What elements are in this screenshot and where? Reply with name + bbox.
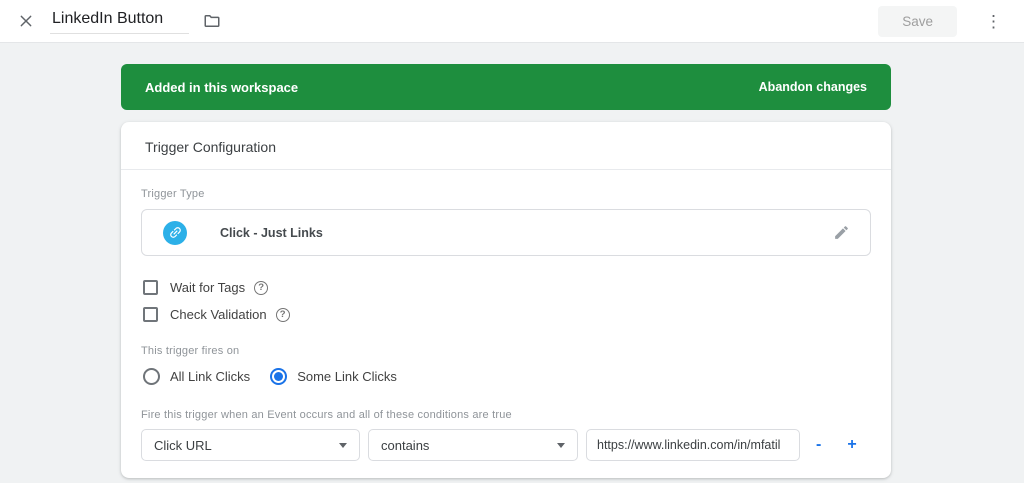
radio-icon-selected (270, 368, 287, 385)
condition-row: Click URL contains - + (141, 429, 871, 461)
radio-icon (143, 368, 160, 385)
wait-for-tags-label: Wait for Tags (170, 280, 245, 295)
fires-on-label: This trigger fires on (141, 345, 871, 357)
radio-all-label: All Link Clicks (170, 369, 250, 384)
wait-for-tags-checkbox[interactable] (143, 280, 158, 295)
folder-icon[interactable] (197, 6, 227, 36)
workspace-status-banner: Added in this workspace Abandon changes (121, 64, 891, 110)
help-icon[interactable]: ? (254, 281, 268, 295)
condition-variable-value: Click URL (154, 438, 212, 453)
remove-condition-button[interactable]: - (810, 434, 827, 456)
check-validation-checkbox[interactable] (143, 307, 158, 322)
condition-operator-value: contains (381, 438, 429, 453)
kebab-menu-icon[interactable]: ⋮ (979, 7, 1008, 36)
trigger-type-box[interactable]: Click - Just Links (141, 209, 871, 256)
help-icon[interactable]: ? (276, 308, 290, 322)
wait-for-tags-row: Wait for Tags ? (143, 280, 871, 295)
check-validation-label: Check Validation (170, 307, 267, 322)
top-bar: LinkedIn Button Save ⋮ (0, 0, 1024, 43)
card-body: Trigger Type Click - Just Links Wait for… (121, 170, 891, 461)
trigger-type-name: Click - Just Links (220, 226, 323, 240)
abandon-changes-button[interactable]: Abandon changes (759, 74, 867, 100)
condition-instructions-label: Fire this trigger when an Event occurs a… (141, 409, 871, 421)
close-icon[interactable] (12, 7, 40, 35)
edit-pencil-icon[interactable] (829, 220, 854, 245)
radio-all-link-clicks[interactable]: All Link Clicks (143, 368, 250, 385)
card-title: Trigger Configuration (121, 122, 891, 170)
trigger-type-label: Trigger Type (141, 188, 871, 200)
banner-message: Added in this workspace (145, 80, 298, 95)
chevron-down-icon (339, 443, 347, 448)
trigger-configuration-card: Trigger Configuration Trigger Type Click… (121, 122, 891, 478)
condition-operator-select[interactable]: contains (368, 429, 578, 461)
trigger-name-field[interactable]: LinkedIn Button (50, 8, 189, 34)
page-title: LinkedIn Button (52, 10, 163, 27)
link-icon (163, 221, 187, 245)
check-validation-row: Check Validation ? (143, 307, 871, 322)
radio-some-link-clicks[interactable]: Some Link Clicks (270, 368, 397, 385)
fires-on-radio-group: All Link Clicks Some Link Clicks (143, 368, 871, 385)
condition-variable-select[interactable]: Click URL (141, 429, 360, 461)
save-button[interactable]: Save (878, 6, 957, 37)
chevron-down-icon (557, 443, 565, 448)
condition-value-input[interactable] (586, 429, 800, 461)
add-condition-button[interactable]: + (841, 434, 862, 456)
radio-some-label: Some Link Clicks (297, 369, 397, 384)
